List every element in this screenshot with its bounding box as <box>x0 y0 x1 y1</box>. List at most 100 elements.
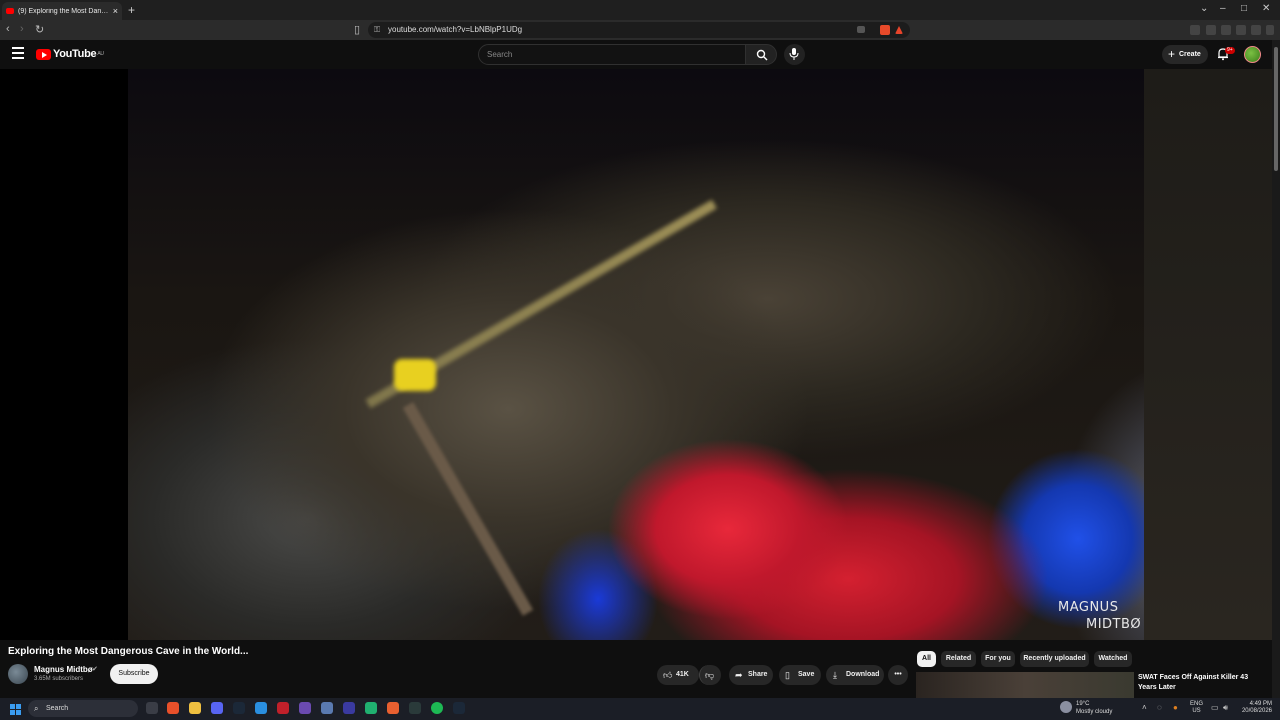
tray-chevron-icon[interactable]: ˄ <box>1142 703 1147 712</box>
watermark-line-1: MAGNUS <box>1058 600 1119 615</box>
maximize-icon[interactable]: □ <box>1241 3 1247 14</box>
tray-mic-icon[interactable]: ● <box>1173 703 1178 712</box>
download-icon: ⤓ <box>833 670 837 680</box>
app-green-icon[interactable] <box>365 702 377 714</box>
sidebar-icon[interactable] <box>1206 25 1216 35</box>
save-button[interactable]: ▯ Save <box>779 665 821 685</box>
recommendation-title[interactable]: SWAT Faces Off Against Killer 43 Years L… <box>1138 673 1268 693</box>
cast-icon[interactable] <box>857 26 865 33</box>
channel-avatar[interactable] <box>8 664 28 684</box>
firefox-icon[interactable] <box>387 702 399 714</box>
weather-desc: Mostly cloudy <box>1076 709 1113 715</box>
taskbar-search-label: Search <box>46 705 69 712</box>
weather-cloud-icon <box>1060 701 1072 713</box>
more-actions-button[interactable]: ••• <box>888 665 908 685</box>
account-avatar[interactable] <box>1244 46 1261 63</box>
more-horizontal-icon: ••• <box>894 671 902 678</box>
menu-icon[interactable] <box>1266 25 1274 35</box>
notifications-badge: 9+ <box>1225 47 1235 54</box>
media-icon[interactable] <box>1190 25 1200 35</box>
forward-icon[interactable]: › <box>20 23 24 35</box>
dislike-button[interactable]: 👎︎ <box>699 665 721 685</box>
clock-date: 20/08/2026 <box>1241 708 1272 714</box>
search-input[interactable]: Search <box>478 44 746 65</box>
bookmark-icon[interactable]: ▯ <box>354 23 360 36</box>
subscribe-button[interactable]: Subscribe <box>110 664 158 684</box>
tab-search-icon[interactable]: ⌄ <box>1200 3 1208 14</box>
download-button[interactable]: ⤓ Download <box>826 665 884 685</box>
app-blue-icon[interactable] <box>321 702 333 714</box>
country-code: AU <box>97 51 104 57</box>
wallet-icon[interactable] <box>1221 25 1231 35</box>
extensions-icon[interactable] <box>1236 25 1246 35</box>
video-frame-pole <box>402 402 534 616</box>
file-explorer-icon[interactable] <box>189 702 201 714</box>
weather-temp: 19°C <box>1076 701 1090 707</box>
share-label: Share <box>748 671 768 678</box>
address-bar[interactable]: ⚿ youtube.com/watch?v=LbNBlpP1UDg <box>368 22 910 38</box>
logo-text: YouTube <box>53 48 97 60</box>
chip-for-you[interactable]: For you <box>981 651 1015 667</box>
volume-icon[interactable]: 🔊︎ <box>1223 703 1228 713</box>
steam-alt-icon[interactable] <box>453 702 465 714</box>
app-indigo-icon[interactable] <box>343 702 355 714</box>
discord-icon[interactable] <box>211 702 223 714</box>
brave-browser-icon[interactable] <box>167 702 179 714</box>
tray-app-icon[interactable]: ◌ <box>1157 703 1162 712</box>
download-label: Download <box>846 671 880 678</box>
verified-check-icon: ✔ <box>92 666 98 673</box>
video-player[interactable]: MAGNUS MIDTBØ <box>128 69 1144 640</box>
lang-line-1: ENG <box>1190 701 1204 707</box>
task-view-icon[interactable] <box>146 702 158 714</box>
vpn-icon[interactable] <box>1251 25 1261 35</box>
reload-icon[interactable]: ↻ <box>35 23 44 36</box>
brave-shields-icon[interactable] <box>880 25 890 35</box>
windows-start-icon[interactable] <box>10 704 21 715</box>
channel-name[interactable]: Magnus Midtbø <box>34 665 93 674</box>
app-red-icon[interactable] <box>277 702 289 714</box>
terminal-icon[interactable] <box>409 702 421 714</box>
chip-related[interactable]: Related <box>941 651 976 667</box>
voice-search-button[interactable] <box>784 44 805 65</box>
vscode-icon[interactable] <box>255 702 267 714</box>
steam-icon[interactable] <box>233 702 245 714</box>
thumbs-up-icon: 👍︎ <box>663 670 673 680</box>
network-icon[interactable]: ▭ <box>1211 703 1219 712</box>
minimize-icon[interactable]: – <box>1220 3 1226 14</box>
recommendation-thumbnail[interactable] <box>916 672 1134 698</box>
microphone-icon <box>789 48 799 60</box>
share-button[interactable]: ➦ Share <box>729 665 773 685</box>
back-icon[interactable]: ‹ <box>6 23 10 35</box>
app-purple-icon[interactable] <box>299 702 311 714</box>
taskbar-search[interactable]: ⌕ Search <box>28 700 138 717</box>
clock-time: 4:49 PM <box>1249 701 1272 707</box>
new-tab-icon[interactable]: + <box>128 3 135 17</box>
watermark-line-2: MIDTBØ <box>1086 617 1142 632</box>
thumbs-down-icon: 👎︎ <box>705 670 715 680</box>
chip-watched[interactable]: Watched <box>1094 651 1132 667</box>
chip-all[interactable]: All <box>917 651 936 667</box>
plus-icon: + <box>1168 47 1176 61</box>
share-icon: ➦ <box>735 670 743 680</box>
bookmark-save-icon: ▯ <box>785 670 790 680</box>
like-count: 41K <box>676 671 689 678</box>
video-frame-clamp <box>394 359 436 391</box>
search-icon <box>756 49 768 61</box>
search-button[interactable] <box>745 44 777 65</box>
video-player-area[interactable]: MAGNUS MIDTBØ <box>0 69 1272 640</box>
chip-recently-uploaded[interactable]: Recently uploaded <box>1020 651 1089 667</box>
like-button[interactable]: 👍︎ 41K <box>657 665 699 685</box>
create-button[interactable]: + Create <box>1162 45 1208 64</box>
taskbar-clock[interactable]: 4:49 PM 20/08/2026 <box>1238 701 1272 715</box>
hamburger-menu-icon[interactable] <box>12 47 24 59</box>
input-language[interactable]: ENG US <box>1190 701 1203 715</box>
scrollbar-thumb[interactable] <box>1274 47 1278 171</box>
browser-tab[interactable]: (9) Exploring the Most Dangerous Cave in… <box>2 2 122 20</box>
video-title: Exploring the Most Dangerous Cave in the… <box>8 646 249 657</box>
site-info-icon[interactable]: ⚿ <box>374 22 380 38</box>
youtube-logo[interactable]: YouTube AU <box>36 48 104 60</box>
spotify-icon[interactable] <box>431 702 443 714</box>
close-window-icon[interactable]: ✕ <box>1262 3 1270 14</box>
tab-close-icon[interactable]: × <box>113 6 118 16</box>
youtube-favicon-icon <box>6 8 14 14</box>
